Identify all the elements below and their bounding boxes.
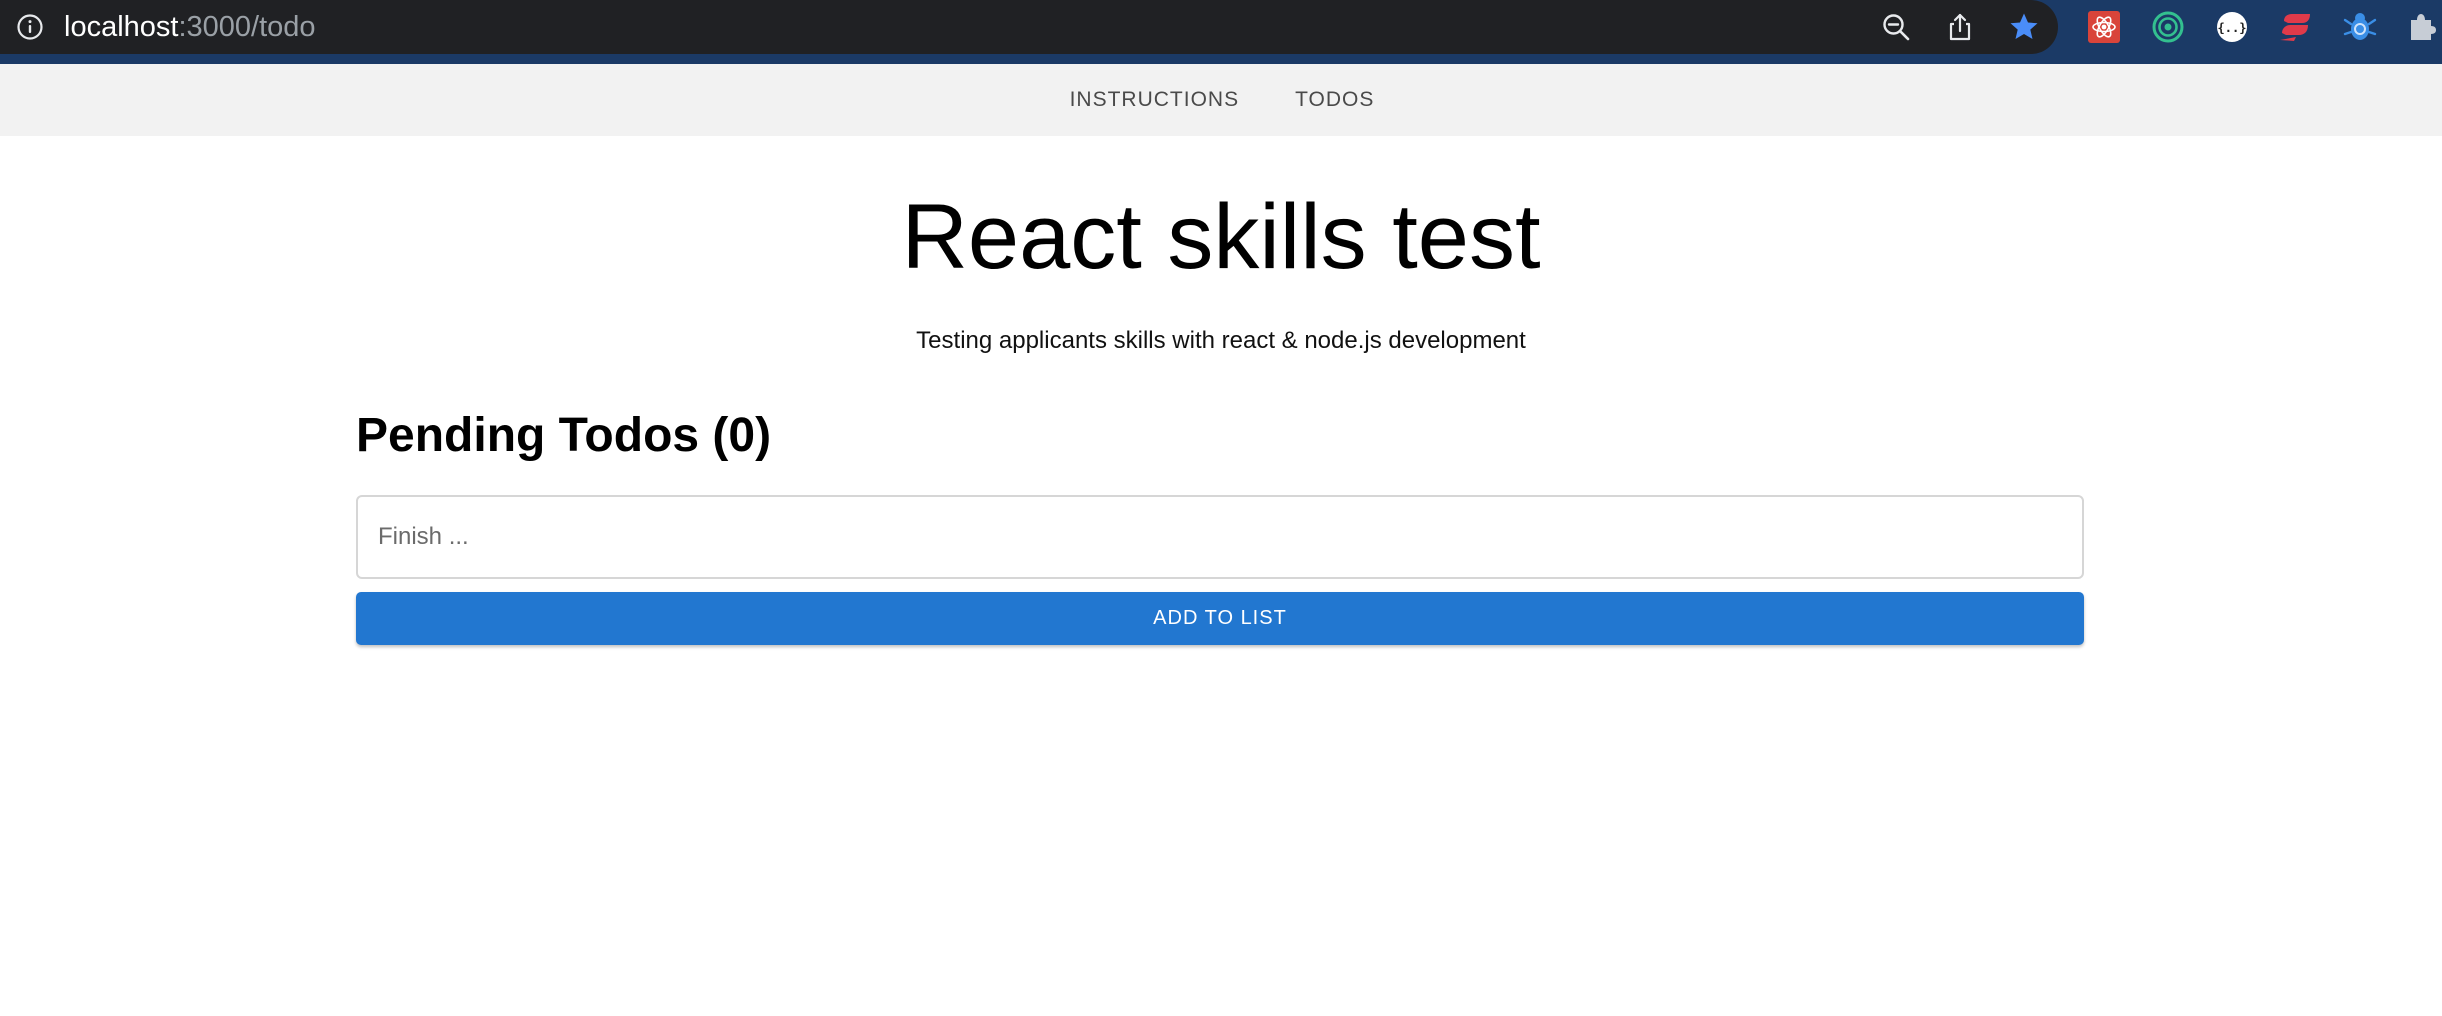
target-extension-icon[interactable] [2150,9,2186,45]
svg-text:{..}: {..} [2218,21,2247,35]
react-devtools-icon[interactable] [2086,9,2122,45]
nav-todos-link[interactable]: TODOS [1295,80,1374,120]
bookmark-star-icon[interactable] [2007,10,2041,44]
share-icon[interactable] [1943,10,1977,44]
url-path: :3000/todo [178,11,316,43]
page-subtitle: Testing applicants skills with react & n… [916,327,1526,354]
top-nav: INSTRUCTIONS TODOS [0,64,2442,136]
bug-extension-icon[interactable] [2342,9,2378,45]
extensions-puzzle-icon[interactable] [2404,9,2440,45]
add-to-list-button[interactable]: ADD TO LIST [356,592,2084,645]
todo-input[interactable] [356,495,2084,579]
pending-todos-heading: Pending Todos (0) [356,409,772,462]
zoom-out-icon[interactable] [1879,10,1913,44]
info-icon[interactable] [16,13,44,41]
stack-extension-icon[interactable] [2278,9,2314,45]
url-host: localhost [64,11,179,43]
page-title: React skills test [901,186,1541,288]
nav-instructions-link[interactable]: INSTRUCTIONS [1070,80,1240,120]
url-text[interactable]: localhost:3000/todo [64,10,316,44]
json-viewer-icon[interactable]: {..} [2214,9,2250,45]
browser-chrome: localhost:3000/todo {..} [0,0,2442,64]
address-bar[interactable]: localhost:3000/todo [0,0,2058,54]
